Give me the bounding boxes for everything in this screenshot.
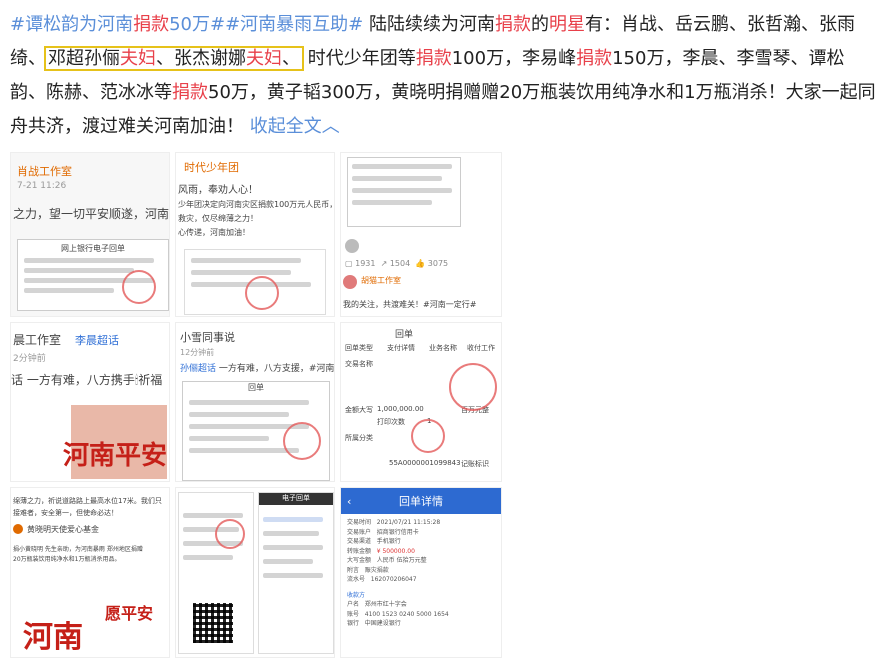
doc-title: 回单 <box>395 330 414 340</box>
post-seg: 的 <box>531 14 549 35</box>
receipt-doc <box>178 492 254 654</box>
receipt-fields: 交易时间 2021/07/21 11:15:28 交易账户 招商银行信用卡 交易… <box>347 519 449 627</box>
image-thumb-8[interactable]: 电子回单 <box>175 487 335 658</box>
like-icon[interactable]: 👍 <box>415 259 425 268</box>
image-thumb-7[interactable]: 绵薄之力，祈说道路路上最高水位17米。我们只 接难者，安全第一，但使命必达！ 黄… <box>10 487 170 658</box>
avatar <box>343 275 357 289</box>
account-name: 晨工作室 <box>13 333 62 347</box>
back-arrow-icon[interactable]: ‹ <box>347 495 351 508</box>
hashtag-link-2[interactable]: #河南暴雨互助# <box>225 14 363 35</box>
receipt-doc: 回单 <box>182 381 330 481</box>
post-time: 7-21 11:26 <box>17 181 67 191</box>
thumb-text: 话 一方有难，八方携手🕯祈福 <box>11 373 163 387</box>
hashtag-link-1[interactable]: #谭松韵为河南捐款50万# <box>10 14 225 35</box>
banner-image: 河南平安 <box>63 405 167 479</box>
field-label: 所属分类 <box>345 434 373 442</box>
image-thumb-4[interactable]: 晨工作室 李晨超话 2分钟前 话 一方有难，八方携手🕯祈福 河南平安 <box>10 322 170 482</box>
thumb-text: 捐小黄晓明 先生亲助，为河南暴雨 郑州地区捐赠 <box>13 546 143 553</box>
amount-value: 1,000,000.00 <box>377 405 424 413</box>
account-name: 小雪同事说 <box>180 331 235 344</box>
post-text: #谭松韵为河南捐款50万##河南暴雨互助# 陆陆续续为河南捐款的明星有：肖战、岳… <box>10 8 876 144</box>
receipt-doc <box>347 157 461 227</box>
thumb-text: 救灾，仅尽绵薄之力！ <box>178 214 258 223</box>
receipt-doc <box>184 249 326 315</box>
highlight-word: 捐款 <box>495 14 531 35</box>
field-value: 55A0000001099843 <box>389 459 461 467</box>
post-seg: 陆陆续续为河南 <box>363 14 495 35</box>
post-seg: 100万，李易峰 <box>451 48 577 69</box>
thumb-text: 我的关注，共渡难关！#河南一定行# <box>343 300 477 309</box>
image-thumb-3[interactable]: ▢ 1931 ↗ 1504 👍 3075 胡猫工作室 我的关注，共渡难关！#河南… <box>340 152 502 317</box>
thumb-text: 风雨，奉劝人心！ <box>178 185 258 196</box>
field-label: 金额大写 <box>345 406 373 414</box>
image-grid: 肖战工作室 7-21 11:26 之力，望一切平安顺遂，河南加油！ 网上银行电子… <box>10 152 502 658</box>
doc-title: 网上银行电子回单 <box>61 244 125 253</box>
field-label: 回单类型 <box>345 344 373 352</box>
field-label: 记账标识 <box>461 460 489 468</box>
highlight-word: 捐款 <box>172 82 208 103</box>
account-name: 时代少年团 <box>184 161 239 174</box>
highlight-word: 捐款 <box>576 48 613 69</box>
doc-title: 电子回单 <box>259 493 333 505</box>
receipt-doc: 网上银行电子回单 <box>17 239 169 311</box>
highlight-word: 明星 <box>549 14 585 35</box>
collapse-link[interactable]: 收起全文︿ <box>250 116 340 137</box>
account-name: 胡猫工作室 <box>361 276 401 285</box>
stats-row: ▢ 1931 ↗ 1504 👍 3075 <box>345 259 449 268</box>
super-topic-tag[interactable]: 李晨超话 <box>75 332 119 348</box>
banner-text: 河南 <box>23 620 83 655</box>
post-time: 12分钟前 <box>180 348 215 357</box>
image-thumb-6[interactable]: 回单 回单类型 支付详情 业务名称 收付工作 交易名称 金额大写 1,000,0… <box>340 322 502 482</box>
doc-title: 回单 <box>248 383 264 392</box>
field-label: 业务名称 <box>429 344 457 352</box>
account-name: 肖战工作室 <box>17 165 72 178</box>
field-label: 支付详情 <box>387 344 415 352</box>
avatar <box>13 524 23 534</box>
account-name: 黄晓明天使爱心基金 <box>27 525 99 534</box>
field-label: 交易名称 <box>345 360 373 368</box>
field-label: 收付工作 <box>467 344 495 352</box>
banner-text: 愿平安 <box>105 604 154 623</box>
share-icon[interactable]: ↗ <box>381 259 388 268</box>
thumb-text: 接难者，安全第一，但使命必达！ <box>13 509 118 517</box>
avatar <box>345 239 359 253</box>
post-seg: 时代少年团等 <box>307 48 416 69</box>
image-thumb-1[interactable]: 肖战工作室 7-21 11:26 之力，望一切平安顺遂，河南加油！ 网上银行电子… <box>10 152 170 317</box>
highlight-word: 捐款 <box>415 48 452 69</box>
qr-code <box>193 603 233 643</box>
receipt-doc: 电子回单 <box>258 492 334 654</box>
thumb-text: 少年团决定向河南灾区捐款100万元人民币， <box>178 200 335 209</box>
highlight-box: 邓超孙俪夫妇、张杰谢娜夫妇、 <box>44 46 304 71</box>
chevron-up-icon: ︿ <box>321 116 340 137</box>
post-time: 2分钟前 <box>13 354 46 364</box>
receipt-header: ‹ 回单详情 <box>341 488 501 514</box>
field-label: 打印次数 <box>377 418 405 426</box>
comment-icon[interactable]: ▢ <box>345 259 353 268</box>
image-thumb-9[interactable]: ‹ 回单详情 交易时间 2021/07/21 11:15:28 交易账户 招商银… <box>340 487 502 658</box>
thumb-text: 心传递，河南加油！ <box>178 228 250 237</box>
thumb-text: 20万瓶装饮用纯净水和1万瓶消杀用品。 <box>13 556 121 563</box>
thumb-text: 孙俪超话 一方有难，八方支援，#河南一定行# <box>180 364 335 374</box>
image-thumb-5[interactable]: 小雪同事说 12分钟前 孙俪超话 一方有难，八方支援，#河南一定行# 回单 <box>175 322 335 482</box>
thumb-text: 之力，望一切平安顺遂，河南加油！ <box>13 207 170 221</box>
thumb-text: 绵薄之力，祈说道路路上最高水位17米。我们只 <box>13 497 162 505</box>
image-thumb-2[interactable]: 时代少年团 风雨，奉劝人心！ 少年团决定向河南灾区捐款100万元人民币， 救灾，… <box>175 152 335 317</box>
